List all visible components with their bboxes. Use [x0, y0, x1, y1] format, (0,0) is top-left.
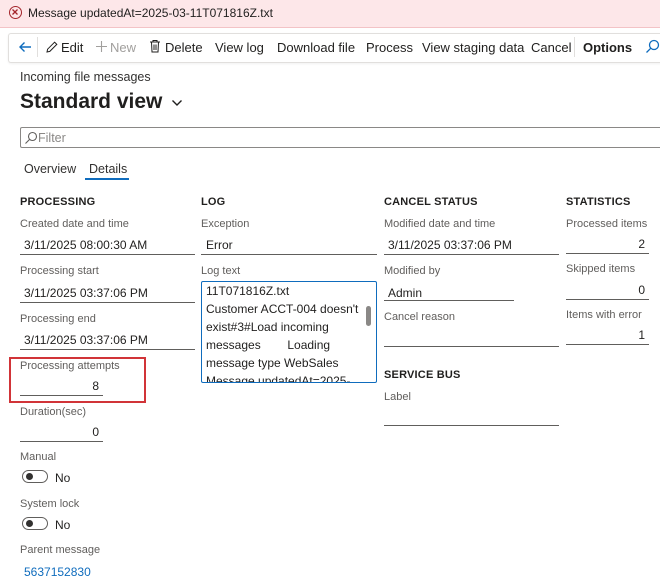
- edit-icon: [45, 40, 59, 54]
- tab-details[interactable]: Details: [89, 162, 127, 176]
- toggle-knob: [26, 520, 33, 527]
- exception-value[interactable]: Error: [206, 238, 233, 252]
- exception-underline: [201, 254, 377, 255]
- new-button[interactable]: New: [110, 40, 136, 55]
- processing-heading: PROCESSING: [20, 196, 96, 208]
- statistics-heading: STATISTICS: [566, 196, 631, 208]
- processing-end-value[interactable]: 3/11/2025 03:37:06 PM: [24, 333, 148, 347]
- duration-value[interactable]: 0: [20, 425, 99, 439]
- toggle-knob: [26, 473, 33, 480]
- process-button[interactable]: Process: [366, 40, 413, 55]
- error-icon: [9, 6, 22, 19]
- toolbar-divider: [574, 37, 575, 57]
- system-lock-value: No: [55, 518, 71, 532]
- manual-value: No: [55, 471, 71, 485]
- system-lock-label: System lock: [20, 498, 80, 510]
- service-bus-label-label: Label: [384, 391, 411, 403]
- view-staging-data-button[interactable]: View staging data: [422, 40, 524, 55]
- processed-items-value[interactable]: 2: [566, 237, 645, 251]
- modified-by-value[interactable]: Admin: [388, 286, 422, 300]
- skipped-items-label: Skipped items: [566, 263, 636, 275]
- modified-by-label: Modified by: [384, 265, 441, 277]
- processing-end-underline: [20, 349, 195, 350]
- log-heading: LOG: [201, 196, 226, 208]
- processing-start-label: Processing start: [20, 265, 99, 277]
- options-tab[interactable]: Options: [583, 40, 632, 55]
- window-title: Message updatedAt=2025-03-11T071816Z.txt: [28, 6, 273, 20]
- active-tab-indicator: [85, 178, 129, 180]
- modified-datetime-label: Modified date and time: [384, 218, 496, 230]
- skipped-items-value[interactable]: 0: [566, 283, 645, 297]
- created-label: Created date and time: [20, 218, 129, 230]
- filter-search-icon: [24, 131, 38, 145]
- items-with-error-underline: [566, 344, 649, 345]
- items-with-error-label: Items with error: [566, 309, 642, 321]
- skipped-items-underline: [566, 299, 649, 300]
- modified-datetime-value[interactable]: 3/11/2025 03:37:06 PM: [388, 238, 512, 252]
- download-file-button[interactable]: Download file: [277, 40, 355, 55]
- manual-toggle[interactable]: [22, 470, 48, 483]
- filter-input[interactable]: [20, 127, 660, 148]
- window-title-bar: Message updatedAt=2025-03-11T071816Z.txt: [0, 0, 660, 28]
- created-underline: [20, 254, 195, 255]
- cancel-reason-underline: [384, 346, 559, 347]
- toolbar-divider: [37, 37, 38, 57]
- plus-icon: [95, 40, 108, 53]
- system-lock-toggle[interactable]: [22, 517, 48, 530]
- highlight-box: [9, 357, 146, 403]
- service-bus-label-underline: [384, 425, 559, 426]
- cancel-status-heading: CANCEL STATUS: [384, 196, 478, 208]
- processing-start-underline: [20, 302, 195, 303]
- items-with-error-value[interactable]: 1: [566, 328, 645, 342]
- service-bus-heading: SERVICE BUS: [384, 369, 461, 381]
- manual-label: Manual: [20, 451, 57, 463]
- view-log-button[interactable]: View log: [215, 40, 264, 55]
- chevron-down-icon: [172, 100, 183, 106]
- back-icon[interactable]: [17, 39, 33, 55]
- modified-by-underline: [384, 300, 514, 301]
- log-text-field[interactable]: 11T071816Z.txt Customer ACCT-004 doesn't…: [201, 281, 377, 383]
- cancel-button[interactable]: Cancel: [531, 40, 571, 55]
- log-text-label: Log text: [201, 265, 241, 277]
- processed-items-underline: [566, 253, 649, 254]
- tab-overview[interactable]: Overview: [24, 162, 76, 176]
- log-text-value: 11T071816Z.txt Customer ACCT-004 doesn't…: [206, 284, 359, 383]
- parent-message-label: Parent message: [20, 544, 101, 556]
- processing-end-label: Processing end: [20, 313, 96, 325]
- log-scrollbar[interactable]: [366, 306, 371, 326]
- page-caption: Incoming file messages: [20, 70, 151, 84]
- cancel-reason-label: Cancel reason: [384, 311, 455, 323]
- delete-button[interactable]: Delete: [165, 40, 203, 55]
- created-value[interactable]: 3/11/2025 08:00:30 AM: [24, 238, 147, 252]
- trash-icon: [149, 39, 161, 53]
- exception-label: Exception: [201, 218, 250, 230]
- processing-start-value[interactable]: 3/11/2025 03:37:06 PM: [24, 286, 148, 300]
- modified-datetime-underline: [384, 254, 559, 255]
- edit-button[interactable]: Edit: [61, 40, 83, 55]
- search-icon[interactable]: [644, 39, 660, 55]
- processed-items-label: Processed items: [566, 218, 648, 230]
- view-name: Standard view: [20, 90, 163, 113]
- duration-underline: [20, 441, 103, 442]
- view-selector[interactable]: Standard view: [20, 90, 183, 114]
- filter-placeholder: Filter: [38, 131, 66, 145]
- duration-label: Duration(sec): [20, 406, 87, 418]
